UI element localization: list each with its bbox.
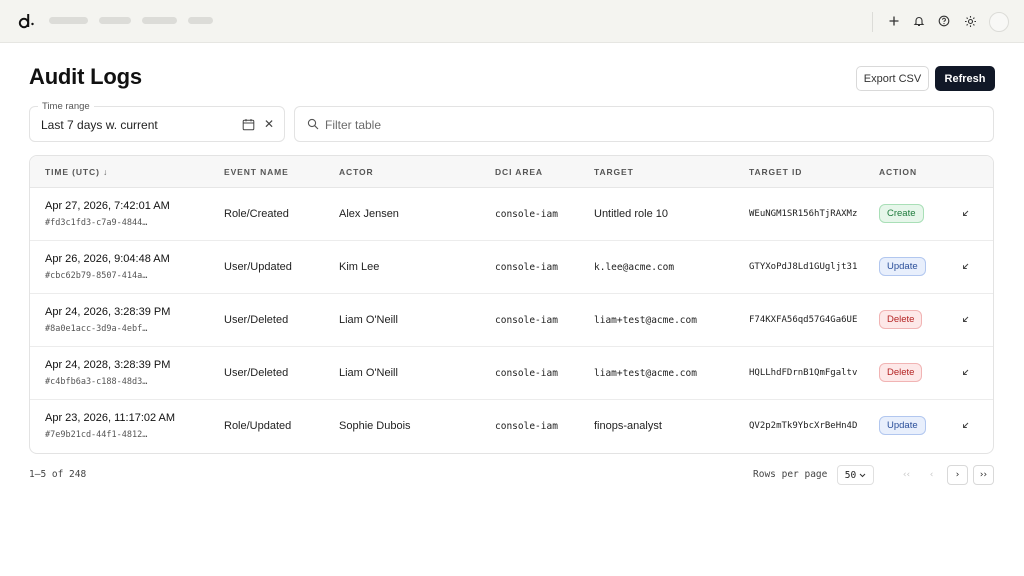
column-header-action[interactable]: ACTION — [879, 167, 917, 177]
action-badge: Update — [879, 257, 926, 276]
timestamp: Apr 24, 2026, 3:28:39 PM — [45, 306, 171, 318]
help-icon[interactable] — [936, 13, 952, 29]
target: liam+test@acme.com — [594, 368, 697, 379]
target-id: GTYXoPdJ8Ld1GUgljt31 — [749, 262, 858, 272]
event-name: User/Updated — [224, 261, 292, 273]
logo-icon[interactable] — [18, 12, 34, 30]
dci-area: console-iam — [495, 368, 558, 379]
timestamp: Apr 24, 2028, 3:28:39 PM — [45, 359, 171, 371]
event-name: Role/Updated — [224, 420, 292, 432]
toolbar-divider — [872, 12, 873, 32]
bell-icon[interactable] — [911, 13, 927, 29]
actor-name: Kim Lee — [339, 261, 380, 273]
target: Untitled role 10 — [594, 208, 668, 220]
column-header-target[interactable]: TARGET — [594, 167, 634, 177]
chevron-down-icon — [859, 473, 866, 477]
next-page-button[interactable]: › — [947, 465, 968, 485]
target-id: HQLLhdFDrnB1QmFgaltv — [749, 368, 858, 378]
event-name: User/Deleted — [224, 367, 289, 379]
nav-placeholder — [142, 17, 177, 24]
table-header: TIME (UTC) ↓ EVENT NAME ACTOR DCI AREA T… — [30, 156, 993, 188]
expand-row-icon[interactable] — [958, 418, 972, 432]
time-range-label: Time range — [38, 101, 94, 112]
dci-area: console-iam — [495, 209, 558, 220]
audit-log-table: TIME (UTC) ↓ EVENT NAME ACTOR DCI AREA T… — [29, 155, 994, 454]
search-icon — [307, 118, 319, 130]
last-page-button[interactable]: ›› — [973, 465, 994, 485]
column-header-target-id[interactable]: TARGET ID — [749, 167, 802, 177]
nav-placeholder — [49, 17, 88, 24]
timestamp: Apr 23, 2026, 11:17:02 AM — [45, 412, 176, 424]
close-icon[interactable]: ✕ — [263, 117, 275, 131]
event-name: Role/Created — [224, 208, 289, 220]
column-header-time[interactable]: TIME (UTC) ↓ — [45, 167, 108, 177]
nav-placeholder — [188, 17, 213, 24]
target: finops-analyst — [594, 420, 662, 432]
actor-name: Liam O'Neill — [339, 367, 398, 379]
previous-page-button[interactable]: ‹ — [921, 465, 942, 485]
table-row[interactable]: Apr 24, 2026, 3:28:39 PM #8a0e1acc-3d9a-4… — [30, 294, 993, 347]
timestamp: Apr 27, 2026, 7:42:01 AM — [45, 200, 170, 212]
event-id: #7e9b21cd-44f1-4812… — [45, 430, 148, 440]
refresh-button[interactable]: Refresh — [935, 66, 995, 91]
export-csv-button[interactable]: Export CSV — [856, 66, 929, 91]
column-header-actor[interactable]: ACTOR — [339, 167, 374, 177]
action-badge: Delete — [879, 363, 923, 382]
event-id: #cbc62b79-8507-414a… — [45, 271, 148, 281]
table-row[interactable]: Apr 24, 2028, 3:28:39 PM #c4bfb6a3-c188-4… — [30, 347, 993, 400]
pagination-range: 1–5 of 248 — [29, 469, 87, 480]
expand-row-icon[interactable] — [958, 312, 972, 326]
calendar-icon[interactable] — [242, 118, 255, 131]
plus-icon[interactable] — [886, 13, 902, 29]
timestamp: Apr 26, 2026, 9:04:48 AM — [45, 253, 170, 265]
expand-row-icon[interactable] — [958, 259, 972, 273]
nav-placeholder — [99, 17, 131, 24]
target-id: F74KXFA56qd57G4Ga6UE — [749, 315, 858, 325]
target: k.lee@acme.com — [594, 262, 675, 273]
event-id: #fd3c1fd3-c7a9-4844… — [45, 218, 148, 228]
rows-per-page-label: Rows per page — [753, 469, 828, 480]
actor-name: Alex Jensen — [339, 208, 399, 220]
rows-per-page-value: 50 — [844, 469, 857, 481]
target-id: QV2p2mTk9YbcXrBeHn4D — [749, 421, 858, 431]
filter-table-box — [294, 106, 994, 142]
filter-table-input[interactable] — [325, 116, 965, 134]
column-header-event-name[interactable]: EVENT NAME — [224, 167, 289, 177]
settings-icon[interactable] — [962, 13, 978, 29]
dci-area: console-iam — [495, 421, 558, 432]
action-badge: Delete — [879, 310, 923, 329]
table-row[interactable]: Apr 27, 2026, 7:42:01 AM #fd3c1fd3-c7a9-4… — [30, 188, 993, 241]
expand-row-icon[interactable] — [958, 206, 972, 220]
rows-per-page-select[interactable]: 50 — [837, 465, 874, 485]
time-range-value: Last 7 days w. current — [41, 118, 158, 132]
actor-name: Liam O'Neill — [339, 314, 398, 326]
target: liam+test@acme.com — [594, 315, 697, 326]
column-header-dci-area[interactable]: DCI AREA — [495, 167, 543, 177]
dci-area: console-iam — [495, 315, 558, 326]
expand-row-icon[interactable] — [958, 365, 972, 379]
action-badge: Update — [879, 416, 926, 435]
event-id: #c4bfb6a3-c188-48d3… — [45, 377, 148, 387]
table-row[interactable]: Apr 23, 2026, 11:17:02 AM #7e9b21cd-44f1-… — [30, 400, 993, 453]
first-page-button[interactable]: ‹‹ — [896, 465, 917, 485]
top-bar — [0, 0, 1024, 43]
action-badge: Create — [879, 204, 924, 223]
dci-area: console-iam — [495, 262, 558, 273]
table-row[interactable]: Apr 26, 2026, 9:04:48 AM #cbc62b79-8507-4… — [30, 241, 993, 294]
event-id: #8a0e1acc-3d9a-4ebf… — [45, 324, 148, 334]
avatar[interactable] — [989, 12, 1009, 32]
page-title: Audit Logs — [29, 64, 142, 89]
event-name: User/Deleted — [224, 314, 289, 326]
target-id: WEuNGM1SR156hTjRAXMz — [749, 209, 858, 219]
actor-name: Sophie Dubois — [339, 420, 411, 432]
